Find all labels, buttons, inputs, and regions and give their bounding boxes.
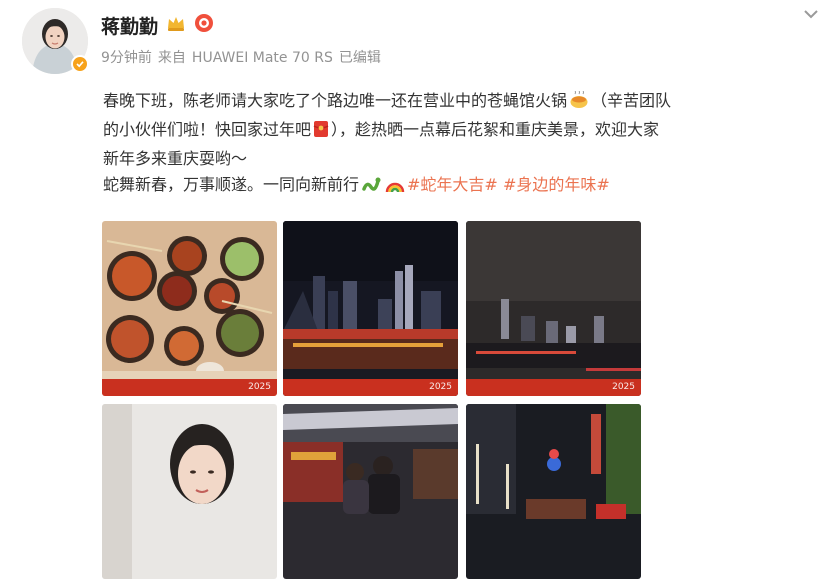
night-street-photo[interactable] — [466, 404, 641, 579]
night-skyline-photo[interactable]: 2025 — [283, 221, 458, 396]
post-text-line1: 春晚下班，陈老师请大家吃了个路边唯一还在营业中的苍蝇馆火锅 — [103, 91, 568, 110]
hotpot-emoji-icon — [569, 90, 589, 117]
post-text-line2: 的小伙伴们啦！快回家过年吧 — [103, 120, 312, 139]
street-photo[interactable] — [283, 404, 458, 579]
photo-watermark: 2025 — [612, 382, 635, 392]
night-river-photo[interactable]: 2025 — [466, 221, 641, 396]
post-meta: 9分钟前 来自 HUAWEI Mate 70 RS 已编辑 — [101, 47, 387, 67]
username[interactable]: 蒋勤勤 — [101, 12, 158, 39]
avatar[interactable] — [22, 8, 89, 74]
chevron-down-icon[interactable] — [802, 6, 820, 25]
post-time[interactable]: 9分钟前 — [101, 50, 152, 66]
verified-badge-icon — [71, 55, 89, 73]
source-prefix: 来自 — [157, 50, 186, 66]
device-name: HUAWEI Mate 70 RS — [191, 50, 333, 66]
hashtag-new-year-vibe[interactable]: #身边的年味# — [503, 175, 610, 194]
edited-label[interactable]: 已编辑 — [339, 50, 381, 66]
photo-watermark: 2025 — [248, 382, 271, 392]
vip-badge-icon — [193, 13, 215, 37]
hotpot-photo[interactable]: 2025 — [102, 221, 277, 396]
post-text: 春晚下班，陈老师请大家吃了个路边唯一还在营业中的苍蝇馆火锅 （辛苦团队 的小伙伴们… — [103, 88, 838, 201]
red-envelope-emoji-icon — [313, 120, 329, 146]
rainbow-emoji-icon — [385, 175, 405, 201]
post-text-line2b: ），趁热晒一点幕后花絮和重庆美景，欢迎大家 — [331, 120, 660, 139]
snake-emoji-icon — [361, 175, 381, 201]
selfie-photo[interactable] — [102, 404, 277, 579]
photo-watermark: 2025 — [429, 382, 452, 392]
crown-icon — [166, 14, 186, 36]
hashtag-snake-year[interactable]: #蛇年大吉# — [407, 175, 498, 194]
post-text-line1b: （辛苦团队 — [591, 91, 672, 110]
post-text-line3: 新年多来重庆耍哟～ — [103, 149, 248, 168]
post-text-line4: 蛇舞新春，万事顺遂。一同向新前行 — [103, 175, 360, 194]
